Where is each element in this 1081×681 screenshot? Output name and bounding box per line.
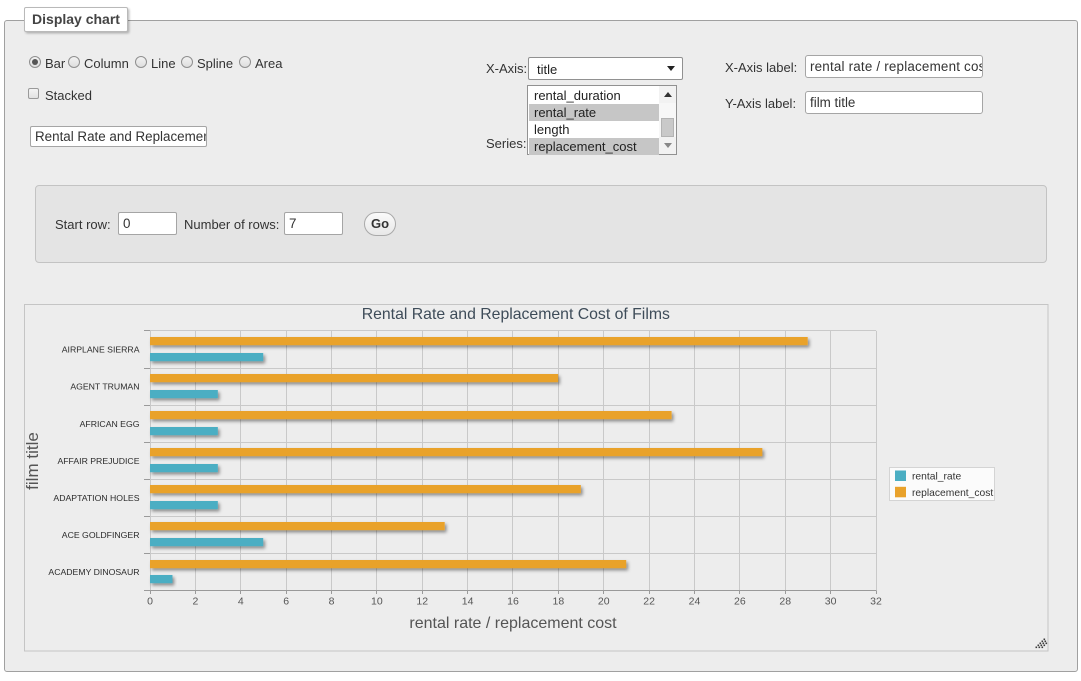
svg-text:20: 20 [598,596,610,608]
svg-text:30: 30 [825,596,837,608]
svg-text:16: 16 [507,596,519,608]
svg-text:AIRPLANE SIERRA: AIRPLANE SIERRA [62,345,140,355]
svg-text:AFRICAN EGG: AFRICAN EGG [80,419,140,429]
svg-text:14: 14 [462,596,474,608]
svg-text:26: 26 [734,596,746,608]
svg-text:18: 18 [553,596,565,608]
svg-text:32: 32 [870,596,882,608]
svg-text:6: 6 [283,596,289,608]
svg-text:replacement_cost: replacement_cost [912,488,993,499]
svg-text:AGENT TRUMAN: AGENT TRUMAN [70,382,139,392]
svg-text:28: 28 [779,596,791,608]
svg-text:AFFAIR PREJUDICE: AFFAIR PREJUDICE [57,456,139,466]
svg-text:24: 24 [689,596,701,608]
svg-text:ADAPTATION HOLES: ADAPTATION HOLES [53,493,139,503]
svg-text:8: 8 [329,596,335,608]
svg-text:0: 0 [147,596,153,608]
svg-text:2: 2 [192,596,198,608]
svg-text:film title: film title [24,432,42,490]
svg-text:4: 4 [238,596,244,608]
svg-text:Rental Rate and Replacement Co: Rental Rate and Replacement Cost of Film… [362,306,670,323]
svg-text:10: 10 [371,596,383,608]
svg-text:ACADEMY DINOSAUR: ACADEMY DINOSAUR [48,567,139,577]
svg-text:22: 22 [643,596,655,608]
svg-text:rental rate / replacement cost: rental rate / replacement cost [409,615,617,632]
svg-text:ACE GOLDFINGER: ACE GOLDFINGER [62,530,140,540]
svg-text:rental_rate: rental_rate [912,472,962,483]
svg-text:12: 12 [416,596,428,608]
